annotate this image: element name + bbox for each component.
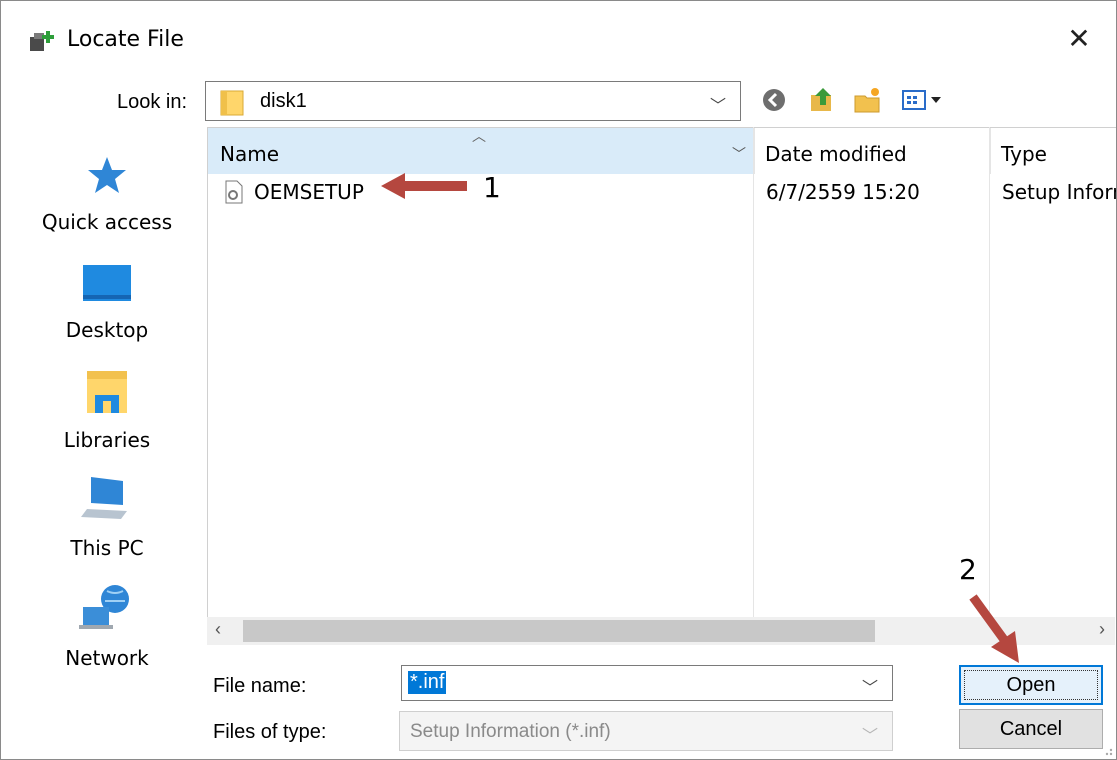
annotation-arrow-1 [381, 173, 467, 199]
file-name-label: File name: [213, 675, 307, 697]
place-desktop[interactable]: Desktop [27, 259, 187, 342]
app-icon [30, 31, 54, 51]
up-folder-icon [811, 88, 831, 111]
file-type-dropdown[interactable]: Setup Information (*.inf) ﹀ [399, 711, 893, 751]
back-button[interactable] [759, 85, 789, 115]
desktop-icon [83, 265, 131, 301]
place-network[interactable]: Network [27, 579, 187, 670]
file-date: 6/7/2559 15:20 [766, 180, 920, 204]
view-menu-icon [902, 90, 941, 110]
window-title: Locate File [67, 27, 184, 52]
chevron-down-icon[interactable]: ﹀ [732, 144, 746, 164]
file-name: OEMSETUP [254, 180, 364, 204]
back-icon [763, 89, 785, 111]
scroll-left-icon[interactable]: ‹ [215, 619, 221, 640]
folder-icon [220, 90, 244, 116]
scrollbar-thumb[interactable] [243, 620, 875, 642]
place-label: Desktop [65, 318, 149, 342]
open-button[interactable]: Open [959, 665, 1103, 705]
place-this-pc[interactable]: This PC [27, 473, 187, 560]
places-bar: Quick access Desktop Libraries This PC N… [27, 127, 197, 747]
chevron-down-icon[interactable]: ﹀ [862, 674, 878, 698]
column-header-label: Type [1001, 142, 1047, 166]
cancel-button[interactable]: Cancel [959, 709, 1103, 749]
up-folder-button[interactable] [805, 85, 839, 115]
column-divider [989, 127, 990, 617]
column-header-date[interactable]: Date modified [754, 128, 991, 174]
file-type-label: Files of type: [213, 721, 327, 743]
title-bar: Locate File ✕ [1, 1, 1116, 75]
file-name-input[interactable]: *.inf ﹀ [401, 665, 893, 701]
place-quick-access[interactable]: Quick access [27, 151, 187, 234]
column-divider [753, 127, 754, 617]
file-row[interactable]: OEMSETUP 6/7/2559 15:20 Setup Informatio… [208, 176, 1116, 208]
focus-rectangle [964, 670, 1098, 700]
locate-file-dialog: Locate File ✕ Look in: disk1 ﹀ Quick acc… [0, 0, 1117, 760]
close-icon: ✕ [1067, 22, 1091, 54]
place-label: This PC [70, 536, 144, 560]
place-label: Quick access [41, 210, 173, 234]
file-type: Setup Information [1002, 180, 1116, 204]
file-list[interactable]: ︿ Name ﹀ Date modified Type OEMSETUP 6/7… [207, 127, 1116, 618]
new-folder-icon [854, 88, 880, 113]
scroll-right-icon[interactable]: › [1099, 619, 1105, 640]
column-header-name[interactable]: ︿ Name ﹀ [208, 128, 754, 174]
close-button[interactable]: ✕ [1060, 19, 1098, 57]
setup-file-icon [225, 180, 243, 204]
annotation-arrow-2 [969, 594, 1019, 663]
cancel-button-label: Cancel [999, 717, 1063, 740]
sort-ascending-icon: ︿ [472, 129, 486, 145]
file-type-value: Setup Information (*.inf) [410, 721, 611, 742]
column-header-label: Date modified [765, 142, 907, 166]
look-in-label: Look in: [117, 91, 188, 113]
chevron-down-icon: ﹀ [861, 728, 878, 745]
column-header-label: Name [220, 142, 280, 166]
place-label: Network [65, 646, 149, 670]
view-menu-button[interactable] [897, 85, 949, 115]
column-header-type[interactable]: Type [990, 128, 1117, 174]
annotation-label-2: 2 [959, 553, 977, 586]
network-icon [79, 585, 129, 629]
look-in-value: disk1 [260, 90, 307, 112]
libraries-icon [87, 371, 127, 413]
computer-icon [81, 477, 127, 519]
place-libraries[interactable]: Libraries [27, 367, 187, 452]
file-name-value: *.inf [408, 671, 447, 694]
chevron-down-icon: ﹀ [709, 98, 726, 115]
annotation-label-1: 1 [483, 171, 501, 204]
look-in-dropdown[interactable]: disk1 ﹀ [205, 81, 741, 121]
resize-grip-icon[interactable] [1100, 743, 1114, 757]
new-folder-button[interactable] [851, 85, 885, 115]
place-label: Libraries [63, 428, 151, 452]
star-icon [88, 157, 126, 193]
